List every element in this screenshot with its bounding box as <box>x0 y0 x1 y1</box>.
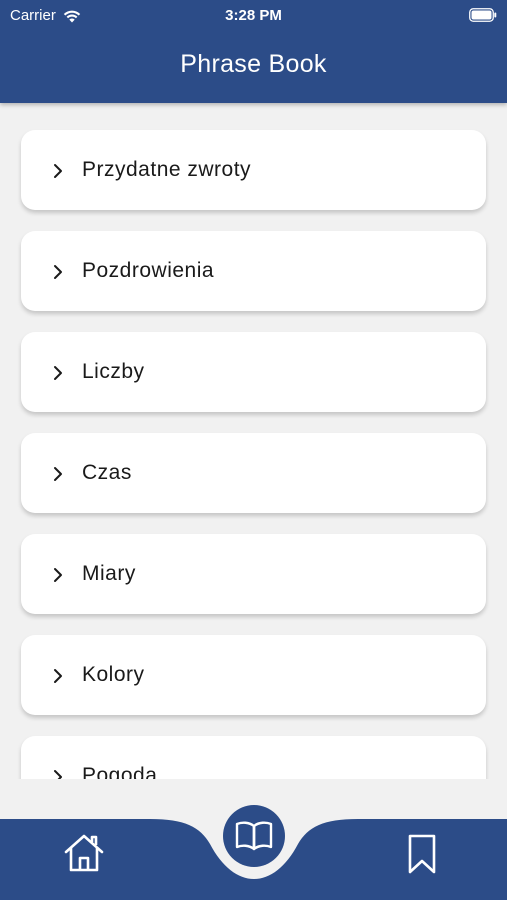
category-label: Pozdrowienia <box>82 259 215 282</box>
chevron-right-icon <box>54 265 62 279</box>
chevron-right-icon <box>54 770 62 779</box>
category-label: Przydatne zwroty <box>82 158 252 181</box>
chevron-right-icon <box>54 366 62 380</box>
category-item-pogoda[interactable]: Pogoda <box>21 736 486 779</box>
chevron-right-icon <box>54 568 62 582</box>
category-item-przydatne-zwroty[interactable]: Przydatne zwroty <box>21 130 486 210</box>
category-item-pozdrowienia[interactable]: Pozdrowienia <box>21 231 486 311</box>
tab-phrasebook[interactable] <box>222 804 286 868</box>
status-bar: Carrier 3:28 PM <box>0 0 507 32</box>
book-icon <box>223 805 285 867</box>
status-time: 3:28 PM <box>225 7 282 24</box>
app-header: Carrier 3:28 PM Phrase Book <box>0 0 507 103</box>
category-list: Przydatne zwroty Pozdrowienia Liczby Cza… <box>21 130 486 779</box>
category-item-miary[interactable]: Miary <box>21 534 486 614</box>
category-item-czas[interactable]: Czas <box>21 433 486 513</box>
bottom-tab-bar <box>0 779 507 900</box>
category-label: Kolory <box>82 663 145 686</box>
tab-home[interactable] <box>62 833 106 873</box>
chevron-right-icon <box>54 669 62 683</box>
chevron-right-icon <box>54 467 62 481</box>
category-label: Liczby <box>82 360 145 383</box>
category-label: Miary <box>82 562 136 585</box>
category-label: Pogoda <box>82 764 158 779</box>
battery-icon <box>469 8 497 22</box>
category-item-liczby[interactable]: Liczby <box>21 332 486 412</box>
home-icon <box>64 834 104 872</box>
category-list-viewport[interactable]: Przydatne zwroty Pozdrowienia Liczby Cza… <box>0 103 507 779</box>
tab-bookmarks[interactable] <box>404 833 440 875</box>
chevron-right-icon <box>54 164 62 178</box>
category-label: Czas <box>82 461 132 484</box>
bookmark-icon <box>408 834 436 874</box>
page-title: Phrase Book <box>180 50 327 78</box>
category-item-kolory[interactable]: Kolory <box>21 635 486 715</box>
